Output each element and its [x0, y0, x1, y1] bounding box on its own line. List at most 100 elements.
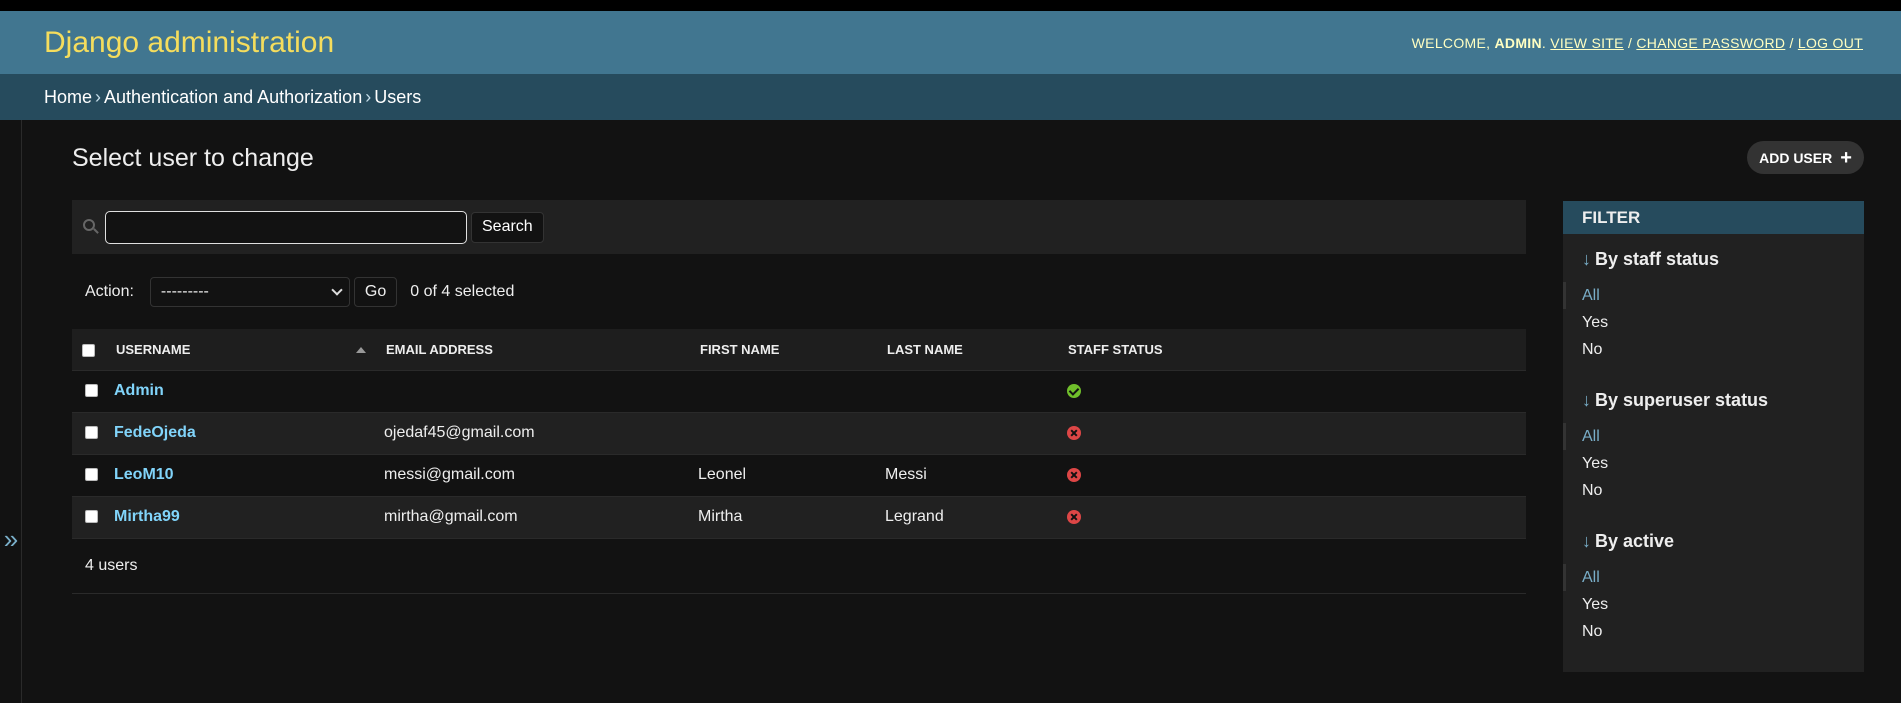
row-select-cell: [72, 370, 106, 413]
username-link[interactable]: LeoM10: [114, 466, 174, 483]
column-header-first-name[interactable]: First name: [690, 329, 877, 371]
last-name-cell: [877, 370, 1058, 413]
row-checkbox[interactable]: [85, 468, 98, 482]
breadcrumb-current: Users: [374, 86, 422, 107]
nav-sidebar-rail: [0, 120, 22, 703]
plus-icon: +: [1840, 146, 1852, 169]
row-select-cell: [72, 454, 106, 497]
table-row: LeoM10 messi@gmail.com Leonel Messi: [72, 454, 1526, 497]
email-cell: [376, 370, 690, 413]
arrow-down-icon: ↓: [1582, 390, 1591, 410]
search-input[interactable]: [105, 210, 467, 244]
filter-option-all[interactable]: All: [1563, 423, 1864, 450]
filter-option-yes[interactable]: Yes: [1582, 450, 1864, 477]
filter-group-heading[interactable]: ↓ By superuser status: [1582, 390, 1864, 411]
column-header-staff-status[interactable]: Staff status: [1058, 329, 1526, 371]
filter-group-heading[interactable]: ↓ By staff status: [1582, 249, 1864, 270]
results-table: Username Email address First name Last n…: [72, 329, 1526, 539]
chevron-down-icon: [331, 283, 343, 296]
filter-option-no[interactable]: No: [1582, 336, 1864, 363]
filter-option-all[interactable]: All: [1563, 282, 1864, 309]
email-cell: mirtha@gmail.com: [376, 496, 690, 539]
breadcrumb: Home › Authentication and Authorization …: [0, 74, 1901, 120]
email-cell: messi@gmail.com: [376, 454, 690, 497]
search-icon: [83, 219, 99, 235]
filter-title: Filter: [1563, 201, 1864, 234]
filter-option-yes[interactable]: Yes: [1582, 591, 1864, 618]
filter-option-all[interactable]: All: [1563, 564, 1864, 591]
filter-panel: Filter ↓ By staff status All Yes No ↓ By s…: [1563, 201, 1864, 672]
select-all-checkbox[interactable]: [82, 343, 95, 357]
change-password-link[interactable]: Change password: [1636, 35, 1785, 51]
table-row: Mirtha99 mirtha@gmail.com Mirtha Legrand: [72, 496, 1526, 539]
site-header: Django administration Welcome, admin. Vi…: [0, 11, 1901, 74]
arrow-down-icon: ↓: [1582, 249, 1591, 269]
username-link[interactable]: Mirtha99: [114, 508, 180, 525]
staff-status-cell: [1058, 454, 1526, 497]
filter-group-title: By superuser status: [1595, 390, 1769, 410]
filter-group-title: By active: [1595, 531, 1675, 551]
top-strip: [0, 0, 1901, 11]
welcome-text: Welcome,: [1411, 34, 1491, 51]
nav-sidebar-toggle-icon[interactable]: »: [0, 526, 22, 552]
search-toolbar: Search: [72, 200, 1526, 254]
filter-option-yes[interactable]: Yes: [1582, 309, 1864, 336]
table-header-row: Username Email address First name Last n…: [72, 329, 1526, 371]
go-button[interactable]: Go: [353, 276, 398, 307]
log-out-link[interactable]: Log out: [1798, 35, 1863, 51]
first-name-cell: Leonel: [690, 454, 877, 497]
x-circle-icon: [1067, 425, 1081, 440]
x-circle-icon: [1067, 467, 1081, 482]
last-name-cell: Messi: [877, 454, 1058, 497]
filter-group-superuser-status: ↓ By superuser status All Yes No: [1563, 375, 1864, 516]
filter-option-no[interactable]: No: [1582, 618, 1864, 645]
filter-group-heading[interactable]: ↓ By active: [1582, 531, 1864, 552]
column-header-email[interactable]: Email address: [376, 329, 690, 371]
breadcrumb-separator: ›: [95, 86, 102, 107]
column-header-last-name[interactable]: Last name: [877, 329, 1058, 371]
first-name-cell: [690, 370, 877, 413]
filter-option-no[interactable]: No: [1582, 477, 1864, 504]
sort-ascending-icon[interactable]: [356, 347, 366, 353]
row-select-cell: [72, 496, 106, 539]
last-name-cell: [877, 412, 1058, 455]
column-header-username[interactable]: Username: [106, 329, 376, 371]
username-link[interactable]: Admin: [114, 382, 164, 399]
current-username: admin: [1494, 34, 1542, 51]
filter-group-active: ↓ By active All Yes No: [1563, 516, 1864, 657]
last-name-cell: Legrand: [877, 496, 1058, 539]
filter-group-staff-status: ↓ By staff status All Yes No: [1563, 234, 1864, 375]
view-site-link[interactable]: View site: [1550, 35, 1624, 51]
search-button[interactable]: Search: [471, 211, 544, 243]
row-checkbox[interactable]: [85, 426, 98, 440]
username-cell: LeoM10: [106, 454, 376, 497]
breadcrumb-separator: ›: [365, 86, 372, 107]
row-select-cell: [72, 412, 106, 455]
page-title: Select user to change: [72, 144, 314, 172]
changelist: Search Action: --------- Go 0 of 4 selec…: [72, 200, 1526, 594]
staff-status-cell: [1058, 412, 1526, 455]
column-label: Username: [116, 341, 191, 357]
staff-status-cell: [1058, 496, 1526, 539]
first-name-cell: [690, 412, 877, 455]
action-label: Action:: [85, 282, 134, 300]
action-select[interactable]: ---------: [149, 276, 350, 307]
table-row: FedeOjeda ojedaf45@gmail.com: [72, 412, 1526, 455]
arrow-down-icon: ↓: [1582, 531, 1591, 551]
staff-status-cell: [1058, 370, 1526, 413]
email-cell: ojedaf45@gmail.com: [376, 412, 690, 455]
add-user-button[interactable]: Add user +: [1747, 141, 1864, 174]
action-selected-option: ---------: [160, 282, 209, 300]
select-all-header: [72, 329, 106, 371]
breadcrumb-app[interactable]: Authentication and Authorization: [104, 87, 362, 108]
username-cell: Mirtha99: [106, 496, 376, 539]
x-circle-icon: [1067, 509, 1081, 524]
username-cell: Admin: [106, 370, 376, 413]
breadcrumb-home[interactable]: Home: [44, 87, 92, 108]
site-branding[interactable]: Django administration: [44, 26, 334, 60]
first-name-cell: Mirtha: [690, 496, 877, 539]
row-checkbox[interactable]: [85, 510, 98, 524]
row-checkbox[interactable]: [85, 384, 98, 398]
filter-group-title: By staff status: [1595, 249, 1720, 269]
username-link[interactable]: FedeOjeda: [114, 424, 196, 441]
